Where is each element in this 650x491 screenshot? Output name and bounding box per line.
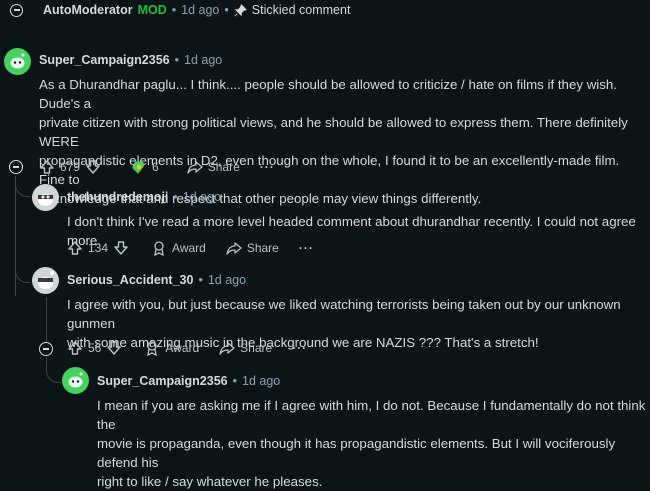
comment-1-time: 1d ago [184, 53, 223, 67]
vote-count: 134 [88, 241, 109, 255]
avatar[interactable] [62, 367, 89, 394]
award-button[interactable]: Award [151, 240, 206, 256]
comment-3-header: Serious_Accident_30 • 1d ago [67, 273, 246, 287]
comment-4-body: I mean if you are asking me if I agree w… [97, 398, 646, 489]
separator: • [198, 273, 203, 287]
vote-group: 134 [67, 240, 129, 256]
thread-line-root [15, 176, 16, 296]
collapse-icon[interactable] [10, 3, 23, 17]
share-icon [187, 161, 203, 174]
comment-4-time: 1d ago [242, 374, 281, 388]
award-button[interactable]: Award [144, 340, 199, 356]
snoo-avatar-icon [68, 372, 83, 388]
snoo-avatar-icon [38, 194, 53, 206]
thread-elbow-reply-3 [46, 357, 61, 383]
comment-3-actions: 56 Award Share ··· [67, 340, 307, 356]
snoo-avatar-icon [10, 53, 25, 69]
comment-1-actions: 679 6 Share ··· [39, 158, 275, 176]
award-icon [154, 241, 164, 256]
avatar[interactable] [4, 48, 31, 75]
more-options-button[interactable]: ··· [299, 241, 314, 255]
collapse-icon[interactable] [9, 160, 23, 174]
avatar[interactable] [32, 184, 59, 211]
thread-line-reply-2 [46, 297, 47, 342]
share-button[interactable]: Share [187, 159, 240, 175]
vote-group: 56 [67, 340, 122, 356]
upvote-icon[interactable] [67, 240, 83, 256]
upvote-icon[interactable] [67, 340, 83, 356]
comment-1-header: Super_Campaign2356 • 1d ago [39, 53, 222, 67]
comment-2-header: thehundredemoji • 1d ago [67, 190, 221, 204]
automod-time: 1d ago [181, 3, 220, 17]
vote-count: 56 [88, 341, 102, 355]
comment-2-time: 1d ago [182, 190, 222, 204]
separator: • [174, 53, 179, 67]
award-button[interactable]: 6 [129, 158, 159, 176]
comment-1-author[interactable]: Super_Campaign2356 [39, 53, 170, 67]
share-button[interactable]: Share [219, 340, 272, 356]
separator: • [232, 374, 237, 388]
comment-1-body: As a Dhurandhar paglu... I think.... peo… [39, 77, 628, 206]
share-icon [226, 242, 242, 255]
award-icon [147, 341, 158, 356]
award-count: 6 [152, 160, 159, 174]
separator: • [173, 190, 178, 204]
collapse-icon[interactable] [39, 342, 53, 356]
comment-3-author[interactable]: Serious_Accident_30 [67, 273, 193, 287]
downvote-icon[interactable] [85, 159, 101, 175]
comment-2-author[interactable]: thehundredemoji [67, 190, 168, 204]
comment-2-actions: 134 Award Share ··· [67, 240, 314, 256]
snoo-avatar-icon [38, 271, 54, 289]
separator: • [224, 3, 229, 17]
comment-4-header: Super_Campaign2356 • 1d ago [97, 374, 280, 388]
more-options-button[interactable]: ··· [292, 341, 307, 355]
separator: • [171, 3, 177, 17]
mod-badge: MOD [137, 3, 167, 17]
award-icon [132, 161, 145, 174]
thread-elbow-reply-2 [15, 250, 30, 283]
automod-author[interactable]: AutoModerator [43, 3, 133, 17]
downvote-icon[interactable] [113, 240, 129, 256]
share-icon [219, 342, 235, 355]
avatar[interactable] [32, 267, 59, 294]
thread-elbow-reply-1 [15, 176, 30, 197]
stickied-label: Stickied comment [251, 3, 351, 17]
comment-4-author[interactable]: Super_Campaign2356 [97, 374, 228, 388]
pin-icon [234, 3, 247, 16]
automod-comment-header: AutoModerator MOD • 1d ago • Stickied co… [10, 3, 350, 17]
comment-3-time: 1d ago [207, 273, 247, 287]
more-options-button[interactable]: ··· [260, 160, 275, 174]
vote-count: 679 [60, 160, 81, 174]
share-button[interactable]: Share [226, 240, 279, 256]
vote-group: 679 [39, 159, 101, 175]
downvote-icon[interactable] [106, 340, 122, 356]
upvote-icon[interactable] [39, 159, 55, 175]
